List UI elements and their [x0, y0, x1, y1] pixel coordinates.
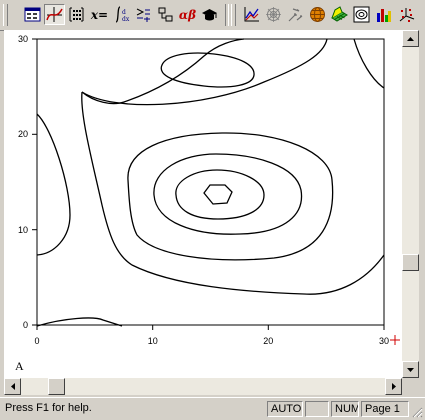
vertical-scrollbar[interactable] — [402, 30, 419, 378]
status-page-panel: Page 1 — [361, 401, 409, 417]
resize-grip-icon[interactable] — [412, 407, 423, 418]
y-tick-label: 20 — [18, 129, 28, 139]
scroll-left-button[interactable] — [4, 378, 21, 395]
calculus-icon[interactable]: d dx — [111, 4, 132, 25]
calculator-window-icon[interactable] — [22, 4, 43, 25]
contour-plot-icon[interactable] — [351, 4, 372, 25]
svg-text:d: d — [122, 9, 126, 16]
x-tick-label: 20 — [263, 336, 273, 346]
x-tick-label: 30 — [379, 336, 389, 346]
status-bar: Press F1 for help. AUTO NUM Page 1 — [0, 397, 425, 420]
globe-plot-icon[interactable] — [307, 4, 328, 25]
status-auto-panel: AUTO — [267, 401, 303, 417]
crosshair-cursor-icon — [390, 335, 400, 345]
polar-plot-icon[interactable] — [263, 4, 284, 25]
matrix-name-label: A — [15, 359, 24, 373]
xy-plot-icon[interactable] — [241, 4, 262, 25]
status-empty-panel — [305, 401, 329, 417]
y-tick-label: 10 — [18, 225, 28, 235]
x-tick-label: 10 — [148, 336, 158, 346]
svg-text:dx: dx — [122, 16, 130, 23]
greek-button[interactable]: αβ — [177, 4, 198, 25]
vector-field-icon[interactable] — [285, 4, 306, 25]
symbolic-icon[interactable] — [199, 4, 220, 25]
scroll-right-button[interactable] — [385, 378, 402, 395]
contour-plot[interactable]: 0 10 20 30 0 10 20 30 A — [4, 30, 402, 378]
matrix-icon[interactable] — [66, 4, 87, 25]
status-help-text: Press F1 for help. — [5, 402, 92, 414]
y-tick-label: 30 — [18, 34, 28, 44]
toolbar-separator — [225, 4, 229, 26]
vertical-scroll-thumb[interactable] — [402, 254, 419, 271]
toolbar: x= d dx αβ — [0, 0, 425, 31]
x-tick-label: 0 — [34, 336, 39, 346]
graph-2d-icon[interactable] — [44, 4, 65, 25]
toolbar-grip[interactable] — [3, 4, 8, 26]
evaluate-button[interactable]: x= — [89, 4, 110, 25]
arrow-up-icon — [407, 36, 414, 41]
document-area[interactable]: 0 10 20 30 0 10 20 30 A — [4, 30, 402, 378]
evaluate-label: x= — [90, 7, 109, 22]
horizontal-scrollbar[interactable] — [4, 378, 402, 395]
scrollbar-corner — [402, 378, 419, 395]
scatter-3d-icon[interactable] — [396, 4, 417, 25]
greek-label: αβ — [178, 7, 197, 22]
arrow-left-icon — [10, 383, 15, 390]
arrow-down-icon — [407, 367, 414, 372]
boolean-icon[interactable] — [133, 4, 154, 25]
horizontal-scroll-thumb[interactable] — [48, 378, 65, 395]
programming-icon[interactable] — [155, 4, 176, 25]
scroll-down-button[interactable] — [402, 361, 419, 378]
scroll-up-button[interactable] — [402, 30, 419, 47]
y-tick-label: 0 — [23, 320, 28, 330]
toolbar-grip[interactable] — [231, 4, 236, 26]
arrow-right-icon — [391, 383, 396, 390]
surface-plot-icon[interactable] — [329, 4, 350, 25]
window-frame — [419, 30, 425, 395]
status-num-panel: NUM — [331, 401, 359, 417]
bar-plot-icon[interactable] — [373, 4, 394, 25]
